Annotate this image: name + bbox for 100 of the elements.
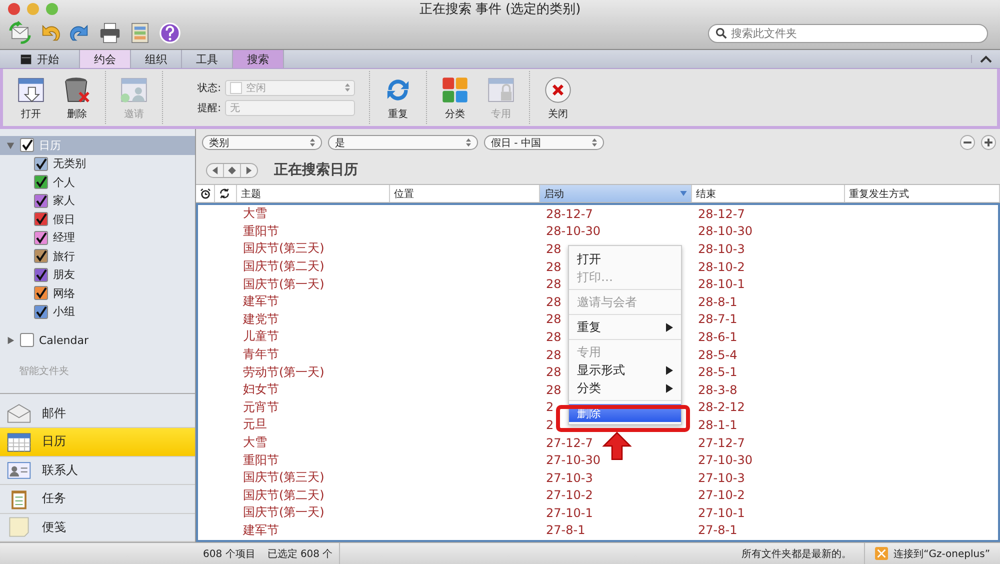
- send-receive-icon[interactable]: [8, 21, 32, 45]
- end-cell: 28-1-1: [698, 418, 738, 432]
- print-icon[interactable]: [98, 21, 122, 45]
- collapsed-arrow-icon[interactable]: [6, 336, 15, 345]
- close-button[interactable]: 关闭: [538, 74, 578, 120]
- stepper-arrows-icon: [466, 138, 471, 147]
- subject-cell: 建党节: [243, 312, 279, 326]
- expanded-arrow-icon[interactable]: [6, 140, 15, 150]
- end-cell: 27-10-2: [698, 488, 745, 502]
- search-heading: 正在搜索日历: [274, 161, 358, 179]
- checkbox[interactable]: [20, 333, 34, 348]
- subject-cell: 元宵节: [243, 400, 279, 414]
- menu-item[interactable]: 显示形式: [569, 361, 681, 379]
- category-checkbox[interactable]: [34, 230, 48, 245]
- start-cell: 27-12-7: [546, 436, 593, 450]
- start-cell: 28: [546, 242, 562, 256]
- search-icon: [715, 27, 727, 39]
- reminder-label: 提醒:: [196, 102, 221, 114]
- start-cell: 28: [546, 330, 562, 344]
- recurrence-button[interactable]: 重复: [378, 74, 418, 120]
- open-button[interactable]: 打开: [11, 74, 51, 120]
- category-name: 假日: [53, 212, 75, 227]
- add-filter-button[interactable]: [981, 135, 996, 150]
- category-checkbox[interactable]: [34, 286, 48, 300]
- end-cell: 28-10-1: [698, 277, 745, 292]
- end-cell: 28-10-30: [698, 224, 752, 238]
- subject-cell: 国庆节(第一天): [243, 505, 324, 520]
- category-name: 小组: [53, 304, 75, 320]
- collapse-ribbon-icon[interactable]: [971, 55, 992, 63]
- category-checkbox[interactable]: [34, 212, 48, 226]
- ribbon-tab[interactable]: 约会: [80, 50, 131, 68]
- category-name: 家人: [53, 193, 75, 208]
- column-header[interactable]: 结束: [692, 185, 845, 202]
- menu-item[interactable]: 重复: [569, 318, 681, 336]
- remove-filter-button[interactable]: [960, 135, 975, 150]
- end-cell: 28-12-7: [698, 206, 745, 221]
- color-squares-icon: [440, 74, 470, 104]
- end-cell: 28-8-1: [698, 294, 738, 309]
- end-cell: 28-7-1: [698, 312, 738, 326]
- nav-item[interactable]: 联系人: [0, 456, 195, 485]
- category-name: 经理: [53, 230, 75, 246]
- filter-dropdown[interactable]: 类别: [202, 135, 322, 150]
- start-cell: 28: [546, 260, 562, 274]
- subject-cell: 妇女节: [243, 382, 279, 396]
- plus-icon: [982, 136, 995, 149]
- column-header[interactable]: 主题: [237, 185, 390, 202]
- close-window-button[interactable]: [8, 3, 20, 15]
- calendar-name: Calendar: [39, 334, 88, 347]
- ribbon-tab[interactable]: 组织: [131, 50, 182, 68]
- checkbox[interactable]: [20, 138, 34, 152]
- start-cell: 28: [546, 365, 562, 380]
- navigation-buttons[interactable]: [206, 162, 258, 178]
- smart-folders-label: 智能文件夹: [18, 364, 70, 378]
- menu-item[interactable]: 打开: [569, 250, 681, 268]
- ribbon-tab[interactable]: 搜索: [233, 50, 284, 68]
- category-checkbox[interactable]: [34, 268, 48, 282]
- column-header[interactable]: 启动: [540, 185, 692, 202]
- calendar-icon: [20, 53, 32, 65]
- subject-cell: 大雪: [243, 206, 267, 220]
- start-cell: 27-10-30: [546, 453, 600, 468]
- start-cell: 28: [546, 294, 562, 309]
- nav-item[interactable]: 任务: [0, 485, 195, 514]
- delete-button[interactable]: 删除: [57, 74, 97, 120]
- category-name: 网络: [53, 286, 75, 301]
- category-name: 朋友: [53, 267, 75, 282]
- end-cell: 27-12-7: [698, 436, 745, 450]
- filter-dropdown[interactable]: 假日 - 中国: [484, 135, 604, 150]
- sort-arrow-icon: [680, 191, 687, 196]
- subject-cell: 国庆节(第三天): [243, 470, 324, 484]
- category-checkbox[interactable]: [34, 156, 48, 171]
- filter-dropdown[interactable]: 是: [328, 135, 478, 150]
- category-checkbox[interactable]: [34, 304, 48, 319]
- start-cell: 28: [546, 277, 562, 292]
- start-cell: 28-10-30: [546, 224, 600, 238]
- search-field[interactable]: 搜索此文件夹: [708, 24, 988, 42]
- help-icon[interactable]: [158, 21, 182, 45]
- start-cell: 2: [546, 418, 554, 432]
- calendar-item[interactable]: Calendar: [0, 331, 195, 350]
- status-label: 状态:: [196, 82, 221, 94]
- end-cell: 28-5-4: [698, 348, 738, 362]
- column-header[interactable]: 重复发生方式: [845, 185, 1000, 202]
- category-checkbox[interactable]: [34, 249, 48, 264]
- end-cell: 28-10-3: [698, 242, 745, 256]
- subject-cell: 建军节: [243, 522, 279, 537]
- subject-cell: 国庆节(第二天): [243, 259, 324, 274]
- subject-cell: 国庆节(第三天): [243, 241, 324, 256]
- category-checkbox[interactable]: [34, 194, 48, 208]
- contact-card-icon: [6, 459, 32, 482]
- nav-item[interactable]: 日历: [0, 428, 195, 456]
- categorize-button[interactable]: 分类: [435, 74, 475, 120]
- category-checkbox[interactable]: [34, 175, 48, 190]
- end-cell: 28-10-2: [698, 260, 745, 274]
- subject-cell: 劳动节(第一天): [243, 364, 324, 379]
- pointer-arrow-drawing: [600, 431, 634, 461]
- alarm-clock-icon: [200, 188, 211, 199]
- subject-cell: 重阳节: [243, 224, 279, 238]
- connection-status: 连接到“Gz-oneplus”: [894, 548, 990, 560]
- end-cell: 27-8-1: [698, 523, 738, 538]
- menu-item[interactable]: 分类: [569, 379, 681, 397]
- start-cell: 28: [546, 382, 562, 397]
